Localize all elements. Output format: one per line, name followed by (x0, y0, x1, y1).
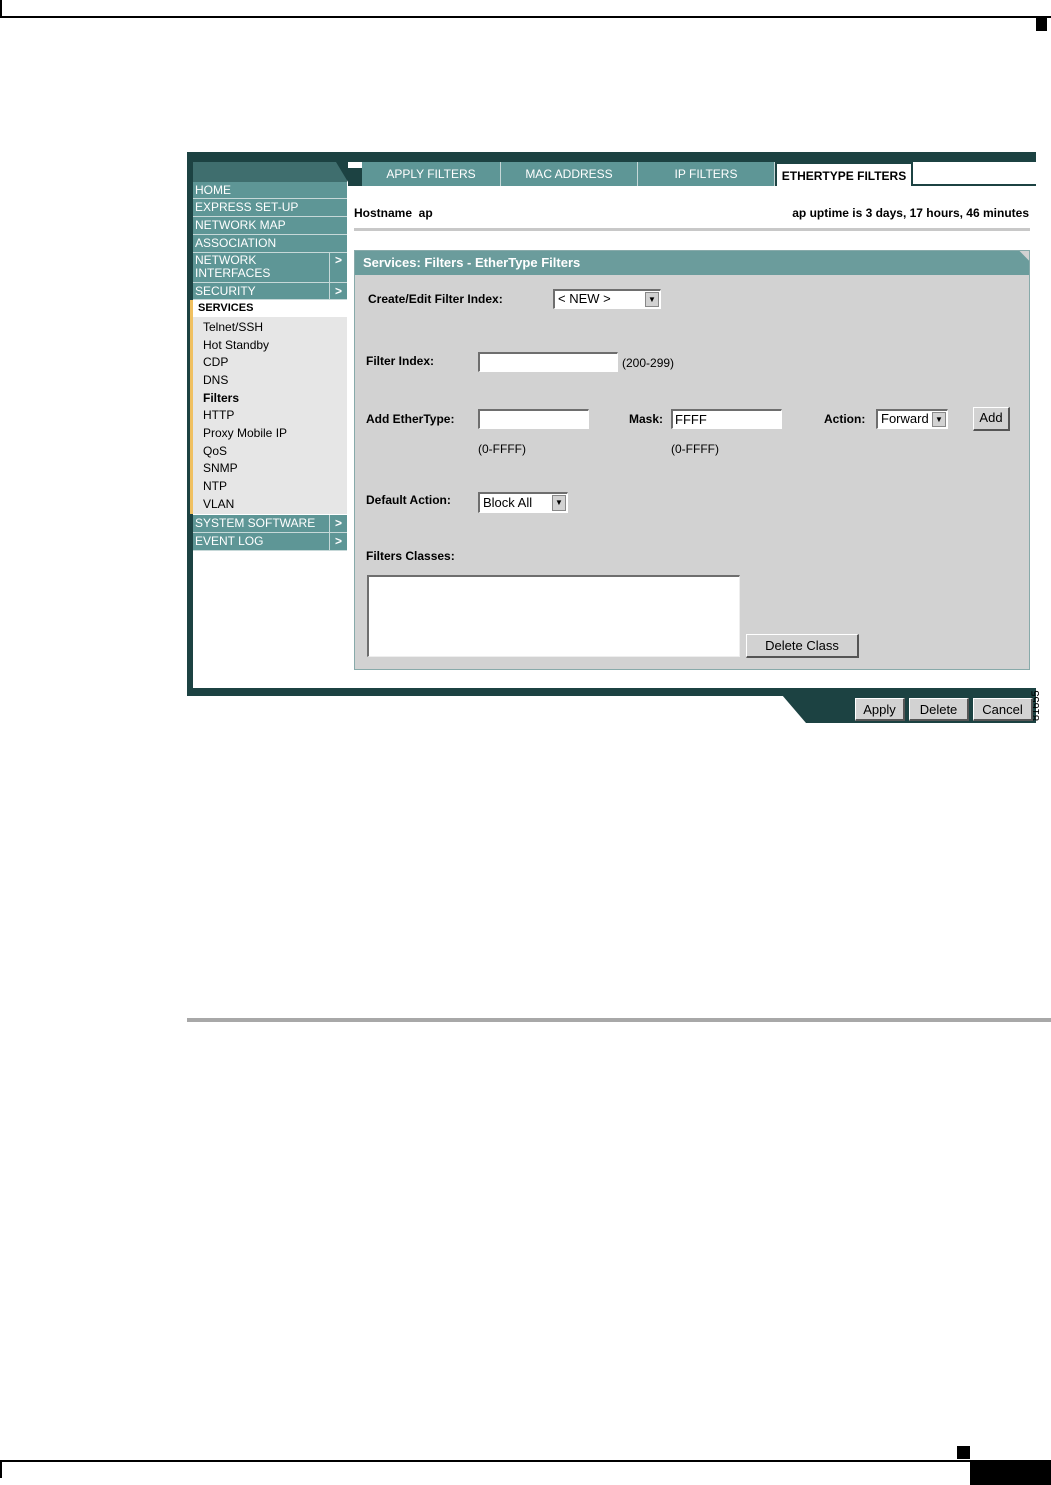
submenu-item-ntp[interactable]: NTP (203, 479, 227, 493)
submenu-item-filters[interactable]: Filters (203, 391, 239, 405)
tab-ip-filters[interactable]: IP FILTERS (638, 162, 775, 186)
create-edit-select[interactable]: < NEW > ▼ (553, 289, 661, 309)
page-number-tab (970, 1462, 1051, 1485)
chevron-right-icon[interactable]: > (329, 253, 347, 282)
sidebar-item-services[interactable]: SERVICES (190, 300, 347, 317)
sidebar-item-event-log[interactable]: EVENT LOG > (193, 533, 347, 551)
chevron-right-icon[interactable]: > (329, 515, 347, 532)
delete-button[interactable]: Delete (909, 698, 969, 721)
sidebar-item-network-interfaces[interactable]: NETWORK INTERFACES > (193, 253, 347, 283)
page-top-rule (0, 16, 1051, 18)
submenu-item-telnet-ssh[interactable]: Telnet/SSH (203, 320, 263, 334)
submenu-item-vlan[interactable]: VLAN (203, 497, 234, 511)
filter-index-label: Filter Index: (366, 354, 435, 368)
sidebar-item-label: ASSOCIATION (195, 236, 277, 250)
submenu-item-qos[interactable]: QoS (203, 444, 227, 458)
filters-classes-label: Filters Classes: (366, 549, 455, 563)
cancel-button[interactable]: Cancel (973, 698, 1033, 721)
sidebar-header (193, 162, 347, 182)
chevron-right-icon[interactable]: > (329, 533, 347, 550)
sidebar-item-label: NETWORK MAP (195, 218, 286, 232)
sidebar-item-label: SYSTEM SOFTWARE (195, 516, 316, 530)
tab-ethertype-filters[interactable]: ETHERTYPE FILTERS (775, 162, 913, 186)
chevron-down-icon[interactable]: ▼ (552, 495, 566, 511)
figure-id: 81655 (1030, 690, 1042, 722)
sidebar-item-label: NETWORK INTERFACES (195, 253, 271, 280)
add-ethertype-hint: (0-FFFF) (478, 442, 526, 456)
page-bottom-rule (0, 1460, 1051, 1462)
sidebar-item-label: HOME (195, 183, 231, 197)
sidebar-item-home[interactable]: HOME (193, 182, 347, 199)
filter-index-hint: (200-299) (622, 356, 675, 370)
sidebar-item-system-software[interactable]: SYSTEM SOFTWARE > (193, 515, 347, 533)
filter-index-input[interactable] (478, 352, 618, 372)
chevron-down-icon[interactable]: ▼ (645, 292, 659, 307)
action-value: Forward (881, 411, 929, 426)
page-bottom-tick (0, 1460, 2, 1478)
action-label: Action: (824, 412, 866, 426)
sidebar-item-label: SECURITY (195, 284, 256, 298)
tab-bar-lead (348, 168, 362, 186)
submenu-item-hot-standby[interactable]: Hot Standby (203, 338, 269, 352)
chevron-right-icon[interactable]: > (329, 283, 347, 299)
sidebar-item-label: EVENT LOG (195, 534, 264, 548)
add-ethertype-label: Add EtherType: (366, 412, 455, 426)
hostname-text: Hostname ap (354, 206, 433, 220)
tab-bar-underline (912, 184, 1036, 186)
add-button[interactable]: Add (973, 407, 1010, 431)
chevron-down-icon[interactable]: ▼ (932, 412, 946, 427)
uptime-text: ap uptime is 3 days, 17 hours, 46 minute… (792, 206, 1029, 220)
submenu-item-http[interactable]: HTTP (203, 408, 234, 422)
submenu-item-proxy-mobile-ip[interactable]: Proxy Mobile IP (203, 426, 287, 440)
mask-label: Mask: (629, 412, 664, 426)
apply-button[interactable]: Apply (855, 698, 905, 721)
tab-mac-address-filters[interactable]: MAC ADDRESS FILTERS (501, 162, 638, 206)
filters-classes-list[interactable] (367, 575, 740, 657)
default-action-select[interactable]: Block All ▼ (478, 492, 568, 513)
page-top-marker (1036, 18, 1047, 31)
submenu-item-cdp[interactable]: CDP (203, 355, 228, 369)
action-select[interactable]: Forward ▼ (876, 409, 948, 429)
default-action-label: Default Action: (366, 493, 451, 507)
sidebar-item-association[interactable]: ASSOCIATION (193, 235, 347, 253)
panel-title: Services: Filters - EtherType Filters (355, 251, 1029, 275)
submenu-item-snmp[interactable]: SNMP (203, 461, 238, 475)
mask-hint: (0-FFFF) (671, 442, 719, 456)
frame-top-bar (187, 152, 1036, 162)
section-separator (187, 1018, 1051, 1022)
default-action-value: Block All (483, 495, 533, 510)
tab-apply-filters[interactable]: APPLY FILTERS (362, 162, 501, 186)
add-ethertype-input[interactable] (478, 409, 589, 429)
sidebar-item-label: EXPRESS SET-UP (195, 200, 299, 214)
sidebar-item-security[interactable]: SECURITY > (193, 283, 347, 300)
page-bottom-marker (957, 1446, 970, 1459)
submenu-item-dns[interactable]: DNS (203, 373, 228, 387)
sidebar-item-network-map[interactable]: NETWORK MAP (193, 217, 347, 235)
delete-class-button[interactable]: Delete Class (746, 634, 859, 658)
create-edit-value: < NEW > (558, 291, 611, 306)
sidebar-item-express-setup[interactable]: EXPRESS SET-UP (193, 199, 347, 217)
create-edit-label: Create/Edit Filter Index: (368, 292, 503, 306)
mask-input[interactable] (671, 409, 782, 429)
header-divider (354, 228, 1030, 231)
